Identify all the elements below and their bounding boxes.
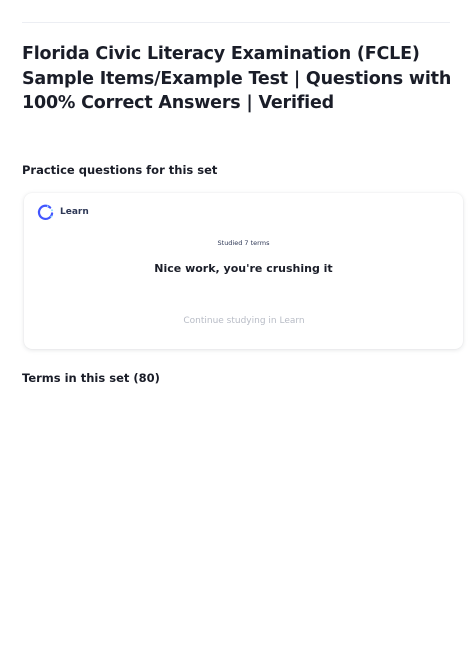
progress-message: Nice work, you're crushing it (154, 262, 333, 275)
studied-terms-count: Studied 7 terms (217, 239, 270, 247)
page-title: Florida Civic Literacy Examination (FCLE… (22, 44, 452, 113)
learn-mode-label: Learn (60, 207, 89, 217)
terms-in-set-heading: Terms in this set (80) (22, 371, 160, 385)
learn-mode-link[interactable]: Learn (37, 203, 89, 221)
learn-practice-card: Learn Studied 7 terms Nice work, you're … (24, 193, 463, 349)
practice-questions-heading: Practice questions for this set (22, 163, 218, 177)
continue-studying-button[interactable]: Continue studying in Learn (144, 311, 344, 331)
learn-progress-icon (37, 204, 54, 221)
top-divider (22, 22, 450, 23)
